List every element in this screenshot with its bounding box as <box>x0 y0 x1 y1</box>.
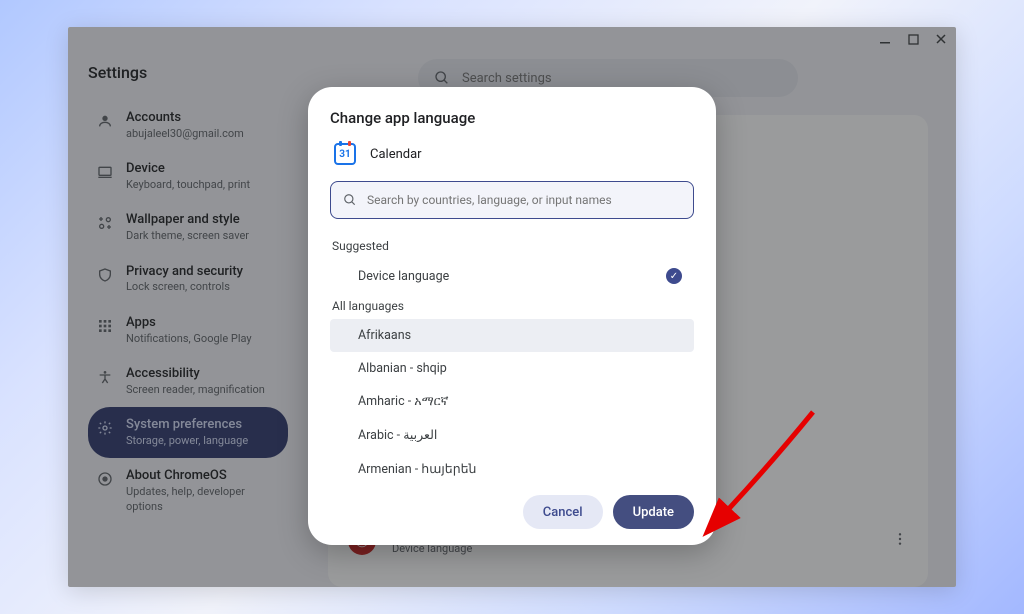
search-icon <box>343 193 357 207</box>
cancel-button[interactable]: Cancel <box>523 495 603 529</box>
dialog-app-row: 31 Calendar <box>330 143 694 165</box>
dialog-buttons: Cancel Update <box>330 483 694 529</box>
suggested-label: Suggested <box>330 233 694 259</box>
language-option[interactable]: Afrikaans <box>330 319 694 352</box>
language-option[interactable]: Armenian - հայերեն <box>330 452 694 483</box>
language-option[interactable]: Albanian - shqip <box>330 352 694 385</box>
change-language-dialog: Change app language 31 Calendar Suggeste… <box>308 87 716 545</box>
language-label: Arabic - العربية <box>358 427 437 443</box>
dialog-search[interactable] <box>330 181 694 219</box>
dialog-search-input[interactable] <box>367 193 681 207</box>
language-option[interactable]: Amharic - አማርኛ <box>330 385 694 418</box>
language-label: Amharic - አማርኛ <box>358 394 449 409</box>
check-icon: ✓ <box>666 268 682 284</box>
all-languages-label: All languages <box>330 293 694 319</box>
language-option[interactable]: Arabic - العربية <box>330 418 694 452</box>
language-option[interactable]: Device language ✓ <box>330 259 694 293</box>
modal-scrim: Change app language 31 Calendar Suggeste… <box>68 27 956 587</box>
dialog-app-name: Calendar <box>370 147 422 162</box>
language-label: Afrikaans <box>358 328 411 343</box>
language-label: Device language <box>358 269 449 284</box>
settings-window: Settings Accountsabujaleel30@gmail.comDe… <box>68 27 956 587</box>
calendar-icon: 31 <box>334 143 356 165</box>
update-button[interactable]: Update <box>613 495 694 529</box>
dialog-title: Change app language <box>330 109 694 127</box>
language-label: Armenian - հայերեն <box>358 461 476 477</box>
language-label: Albanian - shqip <box>358 361 447 376</box>
